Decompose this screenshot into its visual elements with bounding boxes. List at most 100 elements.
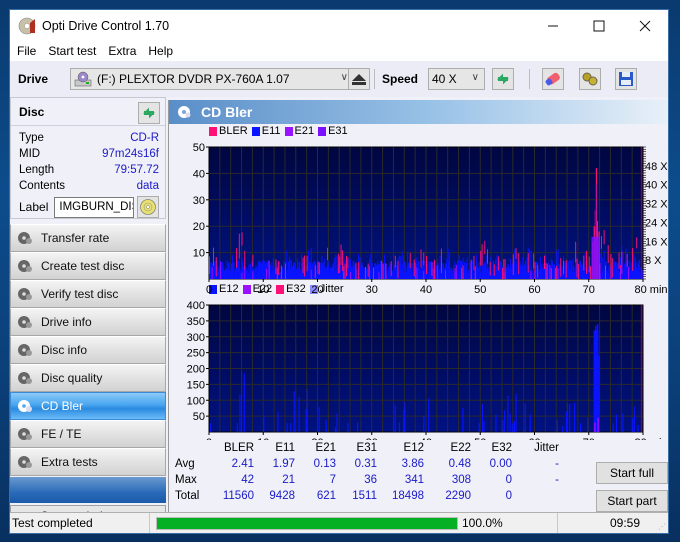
minimize-button[interactable] — [530, 10, 576, 41]
nav-item-disc-quality[interactable]: Disc quality — [10, 364, 166, 392]
bar-bler — [575, 241, 577, 263]
menu-extra[interactable]: Extra — [101, 44, 141, 58]
bar-bler — [605, 265, 606, 279]
left-panel: Disc Type CD-R MID 97m24s16f Length 79:5… — [10, 97, 166, 527]
bar-e21 — [310, 269, 312, 279]
x-tick-label: 70 — [583, 284, 595, 296]
bar-e11 — [412, 264, 414, 279]
y2-tick-label: 24 X — [645, 217, 668, 229]
bar-e11 — [476, 254, 478, 279]
nav-item-create-test-disc[interactable]: Create test disc — [10, 252, 166, 280]
maximize-button[interactable] — [576, 10, 622, 41]
bar-e12 — [633, 406, 635, 432]
disc-label-button[interactable] — [137, 196, 160, 218]
drive-select[interactable]: (F:) PLEXTOR DVDR PX-760A 1.07 ∨ — [70, 68, 354, 90]
bar-e11 — [618, 272, 620, 279]
nav-item-verify-test-disc[interactable]: Verify test disc — [10, 280, 166, 308]
bar-bler — [546, 263, 548, 279]
bar-e11 — [214, 271, 216, 279]
y-tick-label: 250 — [187, 348, 205, 360]
bar-e11 — [234, 268, 236, 279]
progress-fill — [157, 517, 457, 529]
bar-e11 — [210, 270, 212, 279]
bar-e12 — [293, 391, 295, 432]
erase-button[interactable] — [542, 68, 564, 90]
bar-e11 — [259, 260, 261, 279]
bar-e12 — [305, 409, 307, 432]
disc-refresh-button[interactable] — [138, 102, 160, 124]
stat-value-e22: 0.48 — [448, 458, 471, 470]
disc-label-field[interactable]: IMGBURN_DIS — [54, 196, 135, 218]
stat-value-jitter: - — [555, 458, 559, 470]
bar-e11 — [356, 272, 358, 279]
settings-button[interactable] — [579, 68, 601, 90]
close-button[interactable] — [622, 10, 668, 41]
x-tick-label: 0 — [206, 284, 212, 296]
resize-grip-icon[interactable]: ⋰ — [658, 522, 666, 531]
bar-bler — [355, 262, 357, 279]
menu-help[interactable]: Help — [141, 44, 178, 58]
nav-item-label: Drive info — [41, 315, 92, 329]
bar-e12 — [567, 402, 569, 432]
bar-e11 — [484, 261, 486, 279]
y-tick-label: 50 — [193, 142, 205, 154]
bar-e11 — [613, 258, 615, 279]
bar-e11 — [332, 273, 334, 279]
bar-bler — [314, 265, 316, 278]
refresh-speed-button[interactable] — [492, 68, 514, 90]
bar-e21 — [423, 270, 425, 279]
save-button[interactable] — [615, 68, 637, 90]
bar-e11 — [308, 250, 309, 279]
bar-e21 — [369, 265, 370, 279]
bar-bler — [607, 245, 609, 264]
bar-e11 — [500, 262, 502, 279]
bar-e11 — [232, 255, 234, 279]
x-tick-label: 10 — [257, 284, 269, 296]
bar-bler — [504, 258, 506, 279]
bar-e21 — [211, 267, 213, 279]
speed-select[interactable]: 40 X ∨ — [428, 68, 485, 90]
nav-item-extra-tests[interactable]: Extra tests — [10, 448, 166, 476]
bar-e21 — [454, 269, 456, 279]
menu-file[interactable]: File — [10, 44, 41, 58]
bar-e11 — [255, 267, 257, 279]
bar-bler — [590, 266, 592, 279]
bar-e11 — [321, 255, 323, 279]
bar-bler — [394, 255, 396, 268]
stat-value-e32: 0.00 — [489, 458, 512, 470]
bar-e11 — [274, 269, 276, 279]
nav-item-transfer-rate[interactable]: Transfer rate — [10, 224, 166, 252]
bar-e12 — [562, 426, 564, 432]
app-disc-icon — [18, 17, 36, 34]
bar-e11 — [336, 255, 338, 279]
settings-icon — [582, 72, 598, 86]
bar-bler — [238, 233, 240, 259]
start-part-button[interactable]: Start part — [596, 490, 668, 512]
stats-row-max: Max 42 21 7 36 341 308 0 - — [169, 472, 559, 488]
test-nav: Transfer rate Create test disc Verify test… — [10, 224, 166, 476]
nav-item-fe-te[interactable]: FE / TE — [10, 420, 166, 448]
bar-e11 — [329, 273, 331, 279]
nav-item-disc-info[interactable]: Disc info — [10, 336, 166, 364]
bar-e11 — [495, 259, 497, 279]
menu-start-test[interactable]: Start test — [41, 44, 101, 58]
bar-e11 — [293, 265, 295, 279]
bar-bler — [588, 256, 590, 273]
start-full-button[interactable]: Start full — [596, 462, 668, 484]
disc-test-icon — [18, 428, 32, 440]
bar-bler — [364, 266, 366, 279]
bar-bler — [340, 244, 342, 266]
bar-e11 — [363, 272, 365, 279]
nav-item-cd-bler[interactable]: CD Bler — [10, 392, 166, 420]
bar-e12 — [524, 404, 526, 432]
refresh-icon — [497, 73, 509, 85]
bar-bler — [275, 259, 277, 275]
stat-value-jitter: - — [555, 474, 559, 486]
nav-item-drive-info[interactable]: Drive info — [10, 308, 166, 336]
eject-button[interactable] — [348, 68, 370, 90]
bar-e11 — [333, 258, 335, 279]
bar-e11 — [624, 266, 625, 279]
bar-bler — [381, 260, 383, 279]
bar-bler — [440, 248, 442, 274]
x-tick-label: 80 min — [634, 437, 667, 440]
